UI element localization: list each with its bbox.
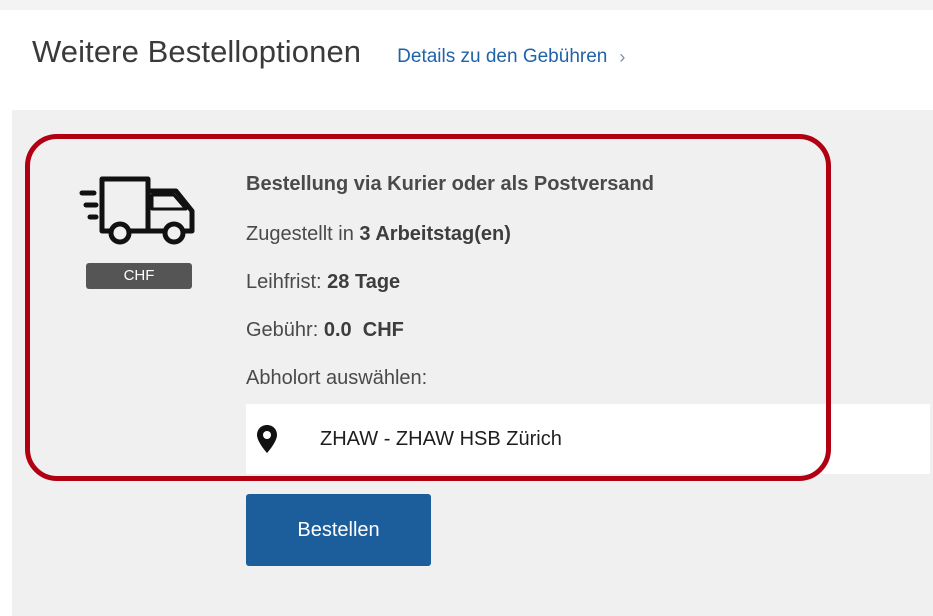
heading-row: Weitere Bestelloptionen Details zu den G… [32,34,625,70]
delivery-time: Zugestellt in 3 Arbeitstag(en) [246,223,511,246]
truck-icon [79,176,195,245]
fee-label: Gebühr: [246,319,319,341]
location-pin-icon [257,425,277,453]
delivery-label: Zugestellt in [246,223,354,245]
loan-period: Leihfrist: 28 Tage [246,271,400,294]
pickup-location-value: ZHAW - ZHAW HSB Zürich [320,427,562,450]
fee: Gebühr: 0.0 CHF [246,319,404,342]
delivery-value: 3 Arbeitstag(en) [359,223,511,245]
loan-label: Leihfrist: [246,271,322,293]
fee-details-link[interactable]: Details zu den Gebühren › [397,46,625,68]
page-title: Weitere Bestelloptionen [32,34,362,69]
page: Weitere Bestelloptionen Details zu den G… [0,0,933,616]
loan-value: 28 Tage [327,271,401,293]
currency-badge: CHF [86,263,192,289]
order-button[interactable]: Bestellen [246,494,431,566]
fee-value: 0.0 CHF [323,319,404,341]
chevron-right-icon: › [619,46,626,67]
fee-details-label: Details zu den Gebühren [397,46,608,67]
pickup-location-select[interactable]: ZHAW - ZHAW HSB Zürich [246,404,930,474]
option-title: Bestellung via Kurier oder als Postversa… [246,173,654,195]
pickup-location-label: Abholort auswählen: [246,367,428,389]
top-divider [0,0,933,10]
